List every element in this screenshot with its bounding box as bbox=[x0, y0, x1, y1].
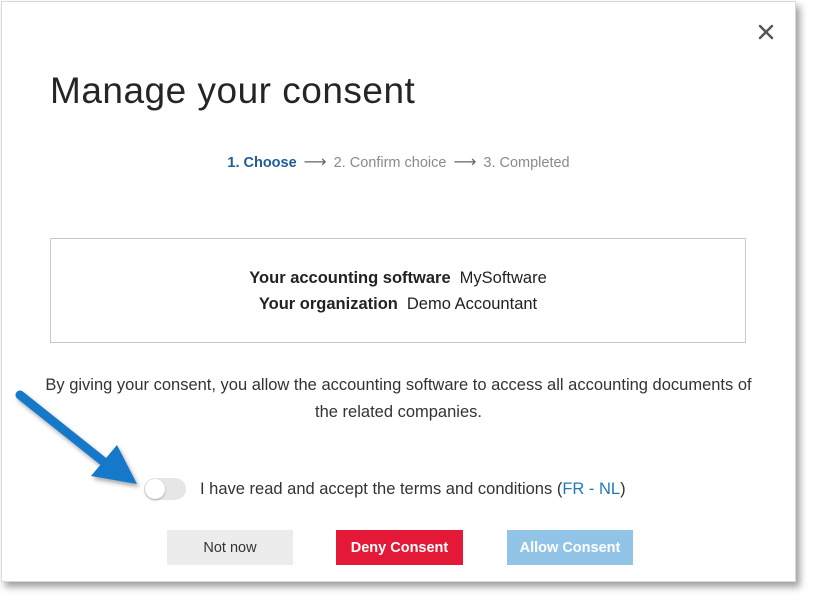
terms-row: I have read and accept the terms and con… bbox=[144, 478, 626, 500]
not-now-button[interactable]: Not now bbox=[167, 530, 293, 565]
step-completed: 3. Completed bbox=[483, 155, 570, 171]
software-row: Your accounting software MySoftware bbox=[249, 265, 547, 291]
step-arrow-icon: ⟶ bbox=[453, 154, 477, 171]
dialog-title: Manage your consent bbox=[50, 70, 416, 111]
info-box: Your accounting software MySoftware Your … bbox=[50, 238, 746, 343]
consent-description: By giving your consent, you allow the ac… bbox=[45, 376, 752, 421]
terms-link-nl[interactable]: NL bbox=[599, 480, 620, 499]
toggle-knob bbox=[145, 479, 165, 499]
close-button[interactable] bbox=[754, 20, 778, 44]
software-value: MySoftware bbox=[459, 268, 547, 287]
software-label: Your accounting software bbox=[249, 268, 451, 287]
terms-toggle[interactable] bbox=[144, 478, 186, 500]
step-confirm: 2. Confirm choice bbox=[333, 155, 447, 171]
terms-text: I have read and accept the terms and con… bbox=[200, 479, 553, 498]
step-indicator: 1. Choose ⟶ 2. Confirm choice ⟶ 3. Completed bbox=[2, 152, 795, 172]
terms-close-paren: ) bbox=[620, 479, 626, 498]
organization-label: Your organization bbox=[258, 294, 398, 313]
close-icon bbox=[758, 24, 774, 40]
terms-link-separator: - bbox=[584, 479, 599, 498]
step-arrow-icon: ⟶ bbox=[303, 154, 327, 171]
organization-value: Demo Accountant bbox=[406, 294, 538, 313]
deny-consent-button[interactable]: Deny Consent bbox=[336, 530, 463, 565]
consent-dialog: Manage your consent 1. Choose ⟶ 2. Confirm… bbox=[1, 1, 796, 582]
organization-row: Your organization Demo Accountant bbox=[259, 291, 537, 317]
step-choose: 1. Choose bbox=[227, 155, 297, 171]
allow-consent-button[interactable]: Allow Consent bbox=[507, 530, 633, 565]
terms-link-fr[interactable]: FR bbox=[562, 480, 584, 499]
